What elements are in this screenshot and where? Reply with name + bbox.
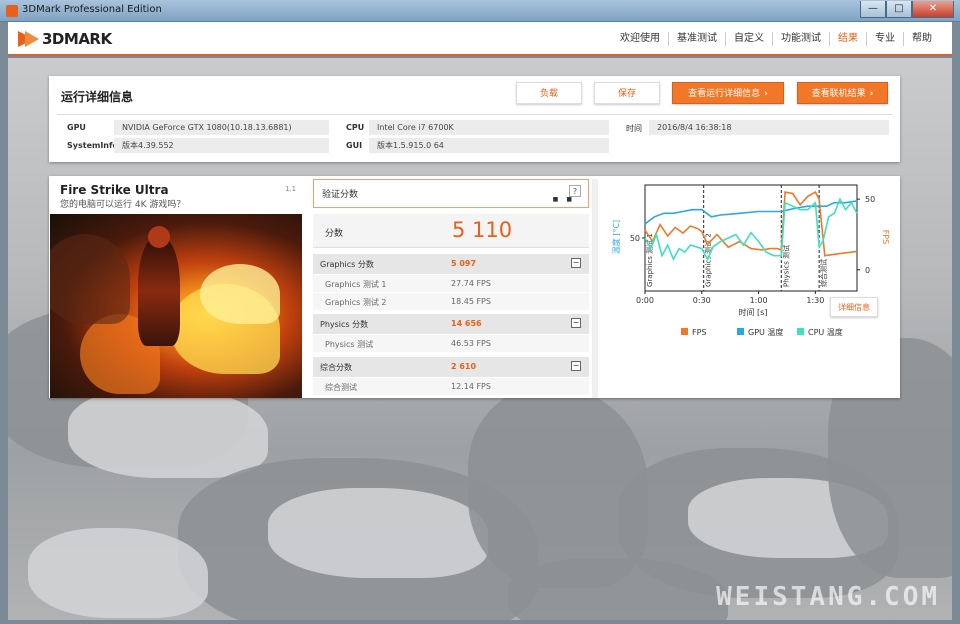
nav-item-welcome[interactable]: 欢迎使用 — [612, 32, 668, 46]
x-axis-label: 时间 [s] — [739, 307, 768, 317]
sysinfo-label: SystemInfo — [67, 141, 118, 150]
y-right-tick-label: 50 — [865, 195, 875, 204]
graphics-test-1-row: Graphics 测试 1 27.74 FPS — [313, 275, 589, 292]
physics-score-row: Physics 分数 14 656 − — [313, 314, 589, 334]
window-title: 3DMark Professional Edition — [22, 4, 162, 15]
sysinfo-value: 版本4.39.552 — [114, 138, 329, 153]
cpu-label: CPU — [346, 123, 365, 132]
divider — [57, 114, 892, 115]
test-subtitle: 您的电脑可以运行 4K 游戏吗？ — [60, 200, 186, 210]
verify-score-box: 验证分数 ? ■■ — [313, 179, 589, 208]
save-button[interactable]: 保存 — [594, 82, 660, 104]
nav-item-results[interactable]: 结果 — [829, 32, 866, 46]
combined-test-row: 综合测试 12.14 FPS — [313, 378, 589, 395]
watermark: WEISTANG.COM — [716, 582, 940, 612]
test-name: Fire Strike Ultra — [60, 183, 169, 197]
graphics-test-2-row: Graphics 测试 2 18.45 FPS — [313, 293, 589, 310]
segment-label: 综合测试 — [819, 259, 828, 287]
collapse-icon[interactable]: − — [571, 361, 581, 371]
x-tick-label: 0:30 — [693, 296, 711, 305]
collapse-icon[interactable]: − — [571, 258, 581, 268]
y-right-axis-label: FPS — [881, 230, 890, 245]
x-tick-label: 1:30 — [806, 296, 824, 305]
collapse-icon[interactable]: − — [571, 318, 581, 328]
x-tick-label: 0:00 — [636, 296, 654, 305]
test-version: 1.1 — [285, 185, 297, 193]
x-tick-label: 1:00 — [750, 296, 768, 305]
verify-score-label: 验证分数 — [322, 190, 359, 200]
window-titlebar: 3DMark Professional Edition — □ ✕ — [0, 0, 960, 22]
nav-item-feature-tests[interactable]: 功能测试 — [772, 32, 829, 46]
app-icon — [6, 5, 18, 17]
physics-test-row: Physics 测试 46.53 FPS — [313, 335, 589, 352]
legend-label: FPS — [692, 328, 707, 337]
y-right-tick-label: 0 — [865, 266, 870, 275]
score-list: 验证分数 ? ■■ 分数 5 110 Graphics 分数 5 097 − G… — [311, 179, 589, 398]
nav-item-benchmarks[interactable]: 基准测试 — [668, 32, 725, 46]
time-value: 2016/8/4 16:38:18 — [649, 120, 889, 135]
chevron-right-icon: › — [764, 89, 768, 99]
score-list-scrollbar[interactable] — [592, 179, 598, 398]
time-label: 时间 — [626, 124, 642, 133]
logo-mark-icon — [18, 29, 40, 49]
graphics-score-row: Graphics 分数 5 097 − — [313, 254, 589, 274]
maximize-button[interactable]: □ — [886, 1, 912, 18]
minimize-button[interactable]: — — [860, 1, 886, 18]
combined-score-row: 综合分数 2 610 − — [313, 357, 589, 377]
close-button[interactable]: ✕ — [912, 1, 954, 18]
y-left-tick-label: 50 — [630, 234, 640, 243]
run-details-title: 运行详细信息 — [61, 90, 134, 104]
y-left-axis-label: 温度 [°C] — [611, 220, 621, 254]
legend-label: GPU 温度 — [748, 327, 783, 337]
nav-item-pro[interactable]: 专业 — [866, 32, 903, 46]
gui-label: GUI — [346, 141, 363, 150]
overall-score-row: 分数 5 110 — [313, 214, 589, 248]
view-run-details-button[interactable]: 查看运行详细信息 › — [672, 82, 784, 104]
3dmark-logo: 3DMARK — [18, 28, 112, 50]
nav-item-help[interactable]: 帮助 — [903, 32, 940, 46]
monitoring-chart: Graphics 测试 1 Graphics 测试 2 Physics 测试 综合测试… — [611, 184, 890, 337]
legend-swatch — [797, 328, 804, 335]
legend-swatch — [681, 328, 688, 335]
cpu-value: Intel Core i7 6700K — [369, 120, 609, 135]
test-result-panel: Fire Strike Ultra 您的电脑可以运行 4K 游戏吗？ 1.1 验… — [49, 176, 900, 398]
run-details-panel: 运行详细信息 负载 保存 查看运行详细信息 › 查看联机结果 › GPU NVIDI… — [49, 76, 900, 162]
nav-item-custom[interactable]: 自定义 — [725, 32, 772, 46]
load-button[interactable]: 负载 — [516, 82, 582, 104]
status-dots: ■■ — [552, 196, 580, 203]
score-label: 分数 — [325, 229, 344, 239]
fire-strike-artwork — [50, 214, 302, 398]
legend-label: CPU 温度 — [808, 327, 843, 337]
chevron-right-icon: › — [869, 89, 874, 99]
detail-info-button[interactable]: 详细信息 — [830, 297, 878, 317]
legend-swatch — [737, 328, 744, 335]
gpu-value: NVIDIA GeForce GTX 1080(10.18.13.6881) — [114, 120, 329, 135]
gui-value: 版本1.5.915.0 64 — [369, 138, 609, 153]
segment-label: Physics 测试 — [781, 245, 790, 287]
gpu-label: GPU — [67, 123, 86, 132]
app-header: 3DMARK 欢迎使用 基准测试 自定义 功能测试 结果 专业 帮助 — [8, 22, 952, 56]
character-figure — [138, 226, 180, 346]
view-online-results-button[interactable]: 查看联机结果 › — [797, 82, 888, 104]
score-value: 5 110 — [452, 218, 513, 242]
main-nav: 欢迎使用 基准测试 自定义 功能测试 结果 专业 帮助 — [612, 32, 940, 46]
